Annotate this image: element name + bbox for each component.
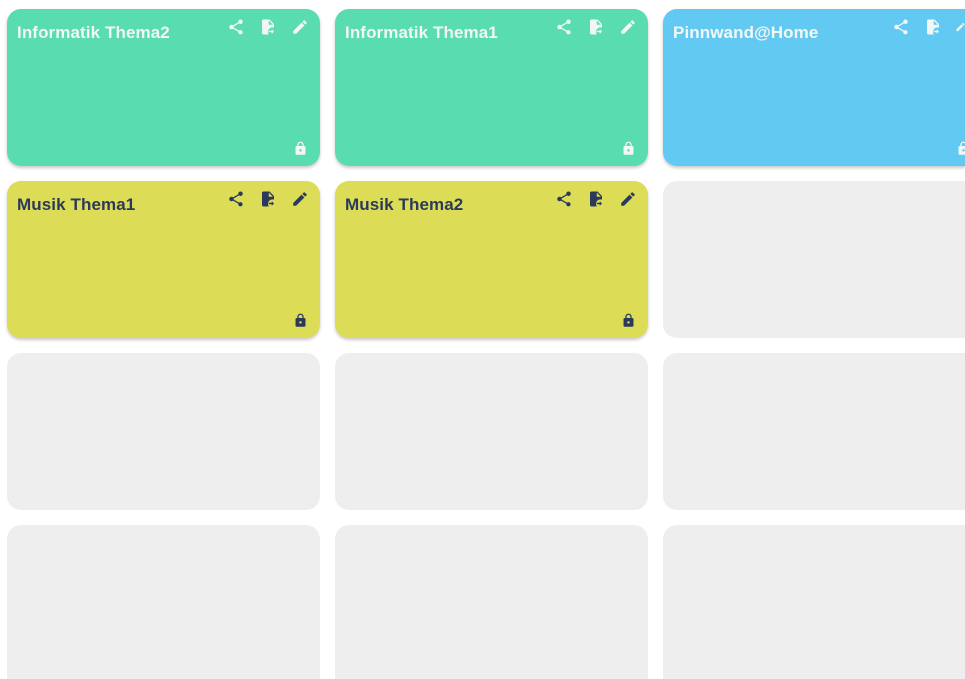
board-card[interactable]: Informatik Thema1 <box>335 9 648 166</box>
board-title: Musik Thema1 <box>17 195 136 214</box>
board-title: Informatik Thema2 <box>17 23 170 42</box>
board-card[interactable]: Pinnwand@Home <box>663 9 965 166</box>
export-file-icon[interactable] <box>258 189 278 209</box>
empty-board-slot <box>663 181 965 338</box>
lock-icon <box>621 313 636 328</box>
board-actions <box>226 17 310 37</box>
export-file-icon[interactable] <box>586 17 606 37</box>
lock-icon <box>293 141 308 156</box>
board-card[interactable]: Musik Thema2 <box>335 181 648 338</box>
board-title: Informatik Thema1 <box>345 23 498 42</box>
edit-pencil-icon[interactable] <box>955 17 965 37</box>
empty-board-slot <box>663 353 965 510</box>
board-title: Pinnwand@Home <box>673 23 819 42</box>
export-file-icon[interactable] <box>258 17 278 37</box>
board-card[interactable]: Informatik Thema2 <box>7 9 320 166</box>
edit-pencil-icon[interactable] <box>290 189 310 209</box>
share-icon[interactable] <box>554 17 574 37</box>
share-icon[interactable] <box>226 17 246 37</box>
share-icon[interactable] <box>226 189 246 209</box>
board-actions <box>554 189 638 209</box>
lock-icon <box>293 313 308 328</box>
edit-pencil-icon[interactable] <box>618 17 638 37</box>
empty-board-slot <box>663 525 965 679</box>
board-grid: Informatik Thema2 Informatik Thema1 Pinn… <box>0 0 965 679</box>
board-title: Musik Thema2 <box>345 195 464 214</box>
export-file-icon[interactable] <box>586 189 606 209</box>
edit-pencil-icon[interactable] <box>290 17 310 37</box>
empty-board-slot <box>335 353 648 510</box>
empty-board-slot <box>335 525 648 679</box>
board-actions <box>554 17 638 37</box>
edit-pencil-icon[interactable] <box>618 189 638 209</box>
lock-icon <box>621 141 636 156</box>
empty-board-slot <box>7 353 320 510</box>
share-icon[interactable] <box>554 189 574 209</box>
board-actions <box>891 17 965 37</box>
empty-board-slot <box>7 525 320 679</box>
lock-icon <box>956 141 965 156</box>
export-file-icon[interactable] <box>923 17 943 37</box>
share-icon[interactable] <box>891 17 911 37</box>
board-actions <box>226 189 310 209</box>
board-card[interactable]: Musik Thema1 <box>7 181 320 338</box>
